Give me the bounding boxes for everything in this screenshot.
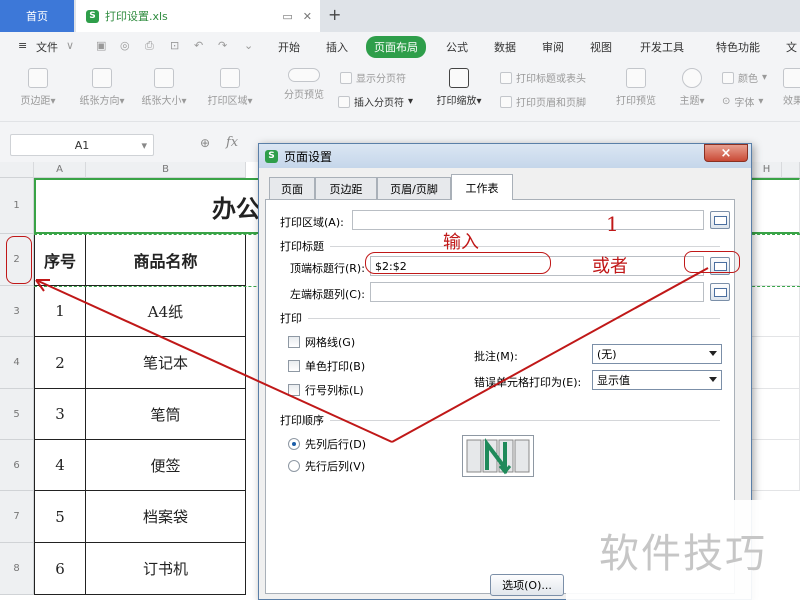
tab-sheet[interactable]: 工作表 — [451, 174, 513, 200]
arrow-line-right — [391, 267, 709, 443]
arrow-line-left — [35, 279, 393, 443]
watermark: 软件技巧 — [566, 500, 800, 600]
